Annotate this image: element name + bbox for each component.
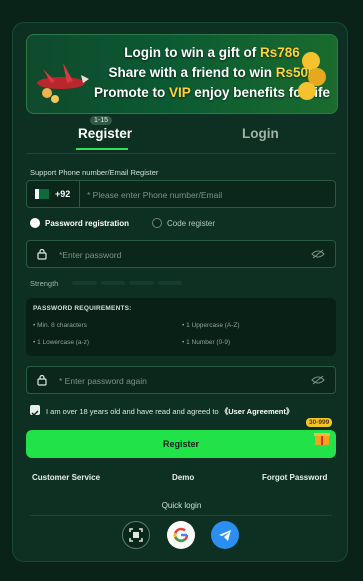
code-register-label: Code register xyxy=(167,218,216,228)
requirements-title: PASSWORD REQUIREMENTS: xyxy=(33,305,132,312)
customer-service-link[interactable]: Customer Service xyxy=(32,473,100,482)
register-button[interactable]: Register xyxy=(26,430,336,458)
active-tab-indicator xyxy=(76,148,128,150)
user-agreement-link[interactable]: 《User Agreement》 xyxy=(221,407,294,416)
quick-login-divider xyxy=(30,515,332,516)
tab-register[interactable]: Register xyxy=(78,126,132,141)
register-method: Password registration Code register xyxy=(30,218,330,232)
phone-separator xyxy=(79,181,80,207)
agreement-text: I am over 18 years old and have read and… xyxy=(46,407,294,416)
plane-icon xyxy=(37,63,89,103)
quick-login-title: Quick login xyxy=(161,501,202,510)
tab-divider xyxy=(26,153,336,154)
phone-input[interactable] xyxy=(85,187,329,203)
requirement-item: • 1 Lowercase (a-z) xyxy=(33,339,90,346)
strength-label: Strength xyxy=(30,279,59,288)
promo-banner[interactable]: Login to win a gift of Rs786 Share with … xyxy=(26,34,338,114)
agreement-row: I am over 18 years old and have read and… xyxy=(30,405,340,417)
lock-icon xyxy=(37,374,47,386)
password-field xyxy=(26,240,336,268)
radio-unselected-icon xyxy=(152,218,162,228)
requirement-item: • 1 Number (0-9) xyxy=(182,339,231,346)
gift-icon[interactable] xyxy=(314,430,330,445)
coins-icon xyxy=(298,52,326,100)
register-tab-badge: 1-15 xyxy=(90,116,113,125)
strength-bar xyxy=(157,281,182,285)
requirement-item: • 1 Uppercase (A-Z) xyxy=(182,322,240,329)
forgot-password-link[interactable]: Forgot Password xyxy=(262,473,327,482)
strength-meter xyxy=(72,281,182,285)
code-register-option[interactable]: Code register xyxy=(152,218,215,228)
strength-bar xyxy=(129,281,154,285)
demo-link[interactable]: Demo xyxy=(172,473,194,482)
password-registration-option[interactable]: Password registration xyxy=(30,218,129,228)
scan-icon xyxy=(129,528,143,542)
auth-tabs: 1-15 Register Login xyxy=(26,116,336,154)
check-icon xyxy=(31,410,39,417)
tab-login[interactable]: Login xyxy=(242,126,279,141)
country-code[interactable]: +92 xyxy=(55,189,70,199)
password-requirements: PASSWORD REQUIREMENTS: • Min. 8 characte… xyxy=(26,298,336,356)
confirm-password-input[interactable] xyxy=(57,373,311,389)
telegram-icon xyxy=(219,530,231,541)
google-login-button[interactable] xyxy=(167,521,195,549)
strength-bar xyxy=(100,281,125,285)
gift-badge: 30-999 xyxy=(306,418,333,427)
phone-field: +92 xyxy=(26,180,336,208)
pakistan-flag-icon[interactable] xyxy=(35,189,49,199)
scan-login-button[interactable] xyxy=(122,521,150,549)
phone-label: Support Phone number/Email Register xyxy=(30,168,159,177)
google-icon xyxy=(173,527,189,543)
confirm-password-field xyxy=(26,366,336,394)
password-input[interactable] xyxy=(57,247,311,263)
password-registration-label: Password registration xyxy=(45,218,130,228)
eye-off-icon[interactable] xyxy=(311,375,325,385)
strength-bar xyxy=(72,281,97,285)
requirement-item: • Min. 8 characters xyxy=(33,322,87,329)
telegram-login-button[interactable] xyxy=(211,521,239,549)
lock-icon xyxy=(37,248,47,260)
radio-selected-icon xyxy=(30,218,40,228)
agreement-checkbox[interactable] xyxy=(30,405,40,417)
eye-off-icon[interactable] xyxy=(311,249,325,259)
